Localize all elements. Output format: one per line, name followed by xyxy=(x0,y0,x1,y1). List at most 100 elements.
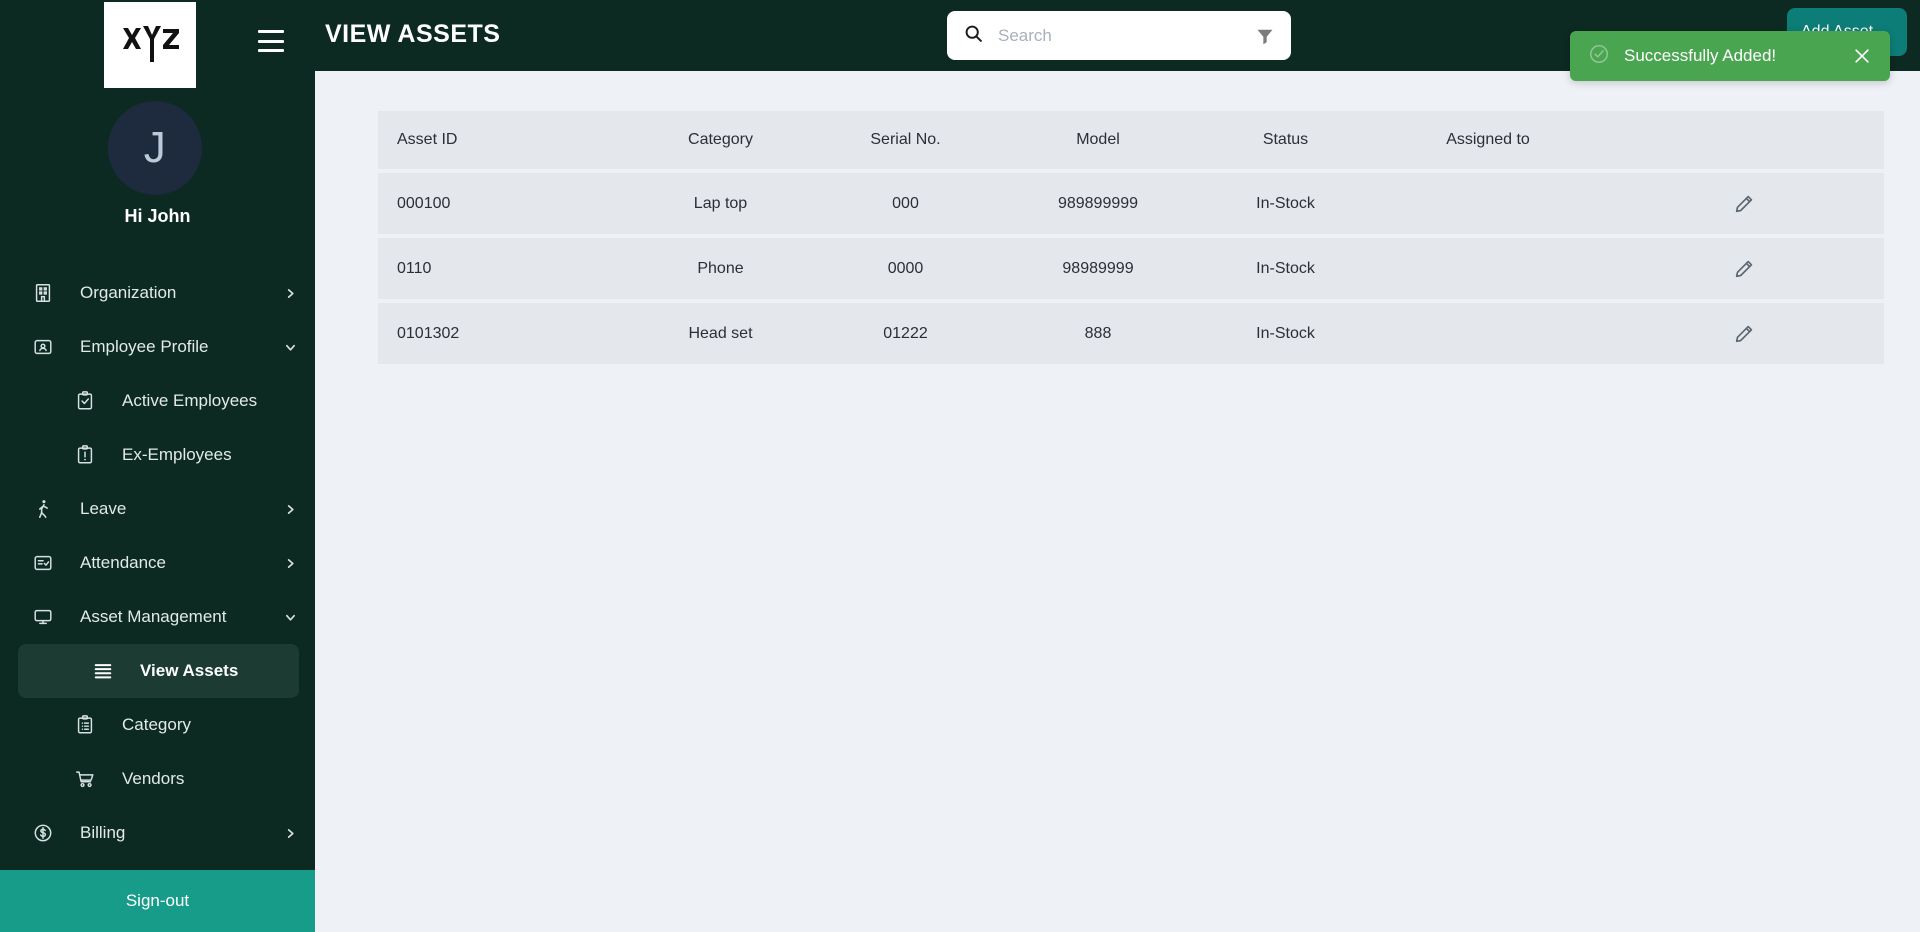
sidebar-item-category[interactable]: Category xyxy=(0,698,315,752)
assets-table: Asset ID Category Serial No. Model Statu… xyxy=(378,111,1884,364)
cell-assigned-to xyxy=(1373,234,1603,299)
search-icon xyxy=(963,23,984,49)
cell-status: In-Stock xyxy=(1198,234,1373,299)
chevron-right-icon xyxy=(283,502,297,516)
table-header-row: Asset ID Category Serial No. Model Statu… xyxy=(378,111,1884,169)
edit-pencil-icon xyxy=(1735,260,1752,277)
hamburger-menu-icon[interactable] xyxy=(258,30,284,52)
sidebar-item-active-employees[interactable]: Active Employees xyxy=(0,374,315,428)
cell-asset-id: 0101302 xyxy=(378,299,628,364)
signout-label: Sign-out xyxy=(125,891,190,910)
xyz-wordmark-logo-icon xyxy=(123,26,179,62)
avatar-initial: J xyxy=(143,123,167,172)
sidebar-item-label: Billing xyxy=(80,823,126,842)
table-head: Asset ID Category Serial No. Model Statu… xyxy=(378,111,1884,169)
sidebar: J Hi John Organization Employee Profile … xyxy=(0,0,315,932)
hamburger-bar-1 xyxy=(258,30,284,33)
close-x-icon[interactable] xyxy=(1852,46,1872,66)
monitor-icon xyxy=(30,604,56,630)
sidebar-item-label: Active Employees xyxy=(122,391,258,410)
cell-category: Head set xyxy=(628,299,813,364)
hamburger-bar-2 xyxy=(258,39,284,43)
chevron-right-icon xyxy=(283,286,297,300)
filter-funnel-icon[interactable] xyxy=(1255,26,1275,46)
column-header-actions xyxy=(1603,111,1884,169)
table-row[interactable]: 0110 Phone 0000 98989999 In-Stock xyxy=(378,234,1884,299)
id-badge-icon xyxy=(30,334,56,360)
chevron-right-icon xyxy=(283,826,297,840)
clipboard-alert-icon xyxy=(72,442,98,468)
sidebar-item-label: Leave xyxy=(80,499,127,518)
cell-category: Phone xyxy=(628,234,813,299)
edit-pencil-icon xyxy=(1735,325,1752,342)
search-bar[interactable] xyxy=(947,11,1291,60)
sidebar-item-employee-profile[interactable]: Employee Profile xyxy=(0,320,315,374)
sidebar-item-ex-employees[interactable]: Ex-Employees xyxy=(0,428,315,482)
sidebar-item-label: Ex-Employees xyxy=(122,445,232,464)
cell-model: 989899999 xyxy=(998,169,1198,234)
sidebar-item-label: Attendance xyxy=(80,553,167,572)
cell-status: In-Stock xyxy=(1198,299,1373,364)
sidebar-nav: Organization Employee Profile Active Emp… xyxy=(0,266,315,860)
chevron-down-icon xyxy=(283,610,297,624)
dollar-circle-icon xyxy=(30,820,56,846)
cell-serial-no: 0000 xyxy=(813,234,998,299)
table-body: 000100 Lap top 000 989899999 In-Stock 01… xyxy=(378,169,1884,364)
avatar[interactable]: J xyxy=(108,101,202,195)
column-header-assigned-to[interactable]: Assigned to xyxy=(1373,111,1603,169)
table-row[interactable]: 000100 Lap top 000 989899999 In-Stock xyxy=(378,169,1884,234)
walking-person-icon xyxy=(30,496,56,522)
list-lines-icon xyxy=(90,658,116,684)
cell-model: 98989999 xyxy=(998,234,1198,299)
sidebar-item-label: View Assets xyxy=(140,661,239,680)
edit-asset-button[interactable] xyxy=(1603,234,1884,299)
sidebar-item-organization[interactable]: Organization xyxy=(0,266,315,320)
brand-logo[interactable] xyxy=(104,2,196,88)
column-header-model[interactable]: Model xyxy=(998,111,1198,169)
shopping-cart-icon xyxy=(72,766,98,792)
column-header-serial-no[interactable]: Serial No. xyxy=(813,111,998,169)
main-content: Asset ID Category Serial No. Model Statu… xyxy=(315,71,1920,932)
sidebar-item-asset-management[interactable]: Asset Management xyxy=(0,590,315,644)
check-circle-icon xyxy=(1588,43,1610,70)
sidebar-item-attendance[interactable]: Attendance xyxy=(0,536,315,590)
cell-model: 888 xyxy=(998,299,1198,364)
sidebar-item-label: Asset Management xyxy=(80,607,227,626)
sidebar-item-view-assets[interactable]: View Assets xyxy=(18,644,299,698)
chevron-down-icon xyxy=(283,340,297,354)
clipboard-check-icon xyxy=(72,388,98,414)
cell-assigned-to xyxy=(1373,169,1603,234)
column-header-category[interactable]: Category xyxy=(628,111,813,169)
toast-message: Successfully Added! xyxy=(1624,46,1777,65)
edit-asset-button[interactable] xyxy=(1603,169,1884,234)
cell-asset-id: 0110 xyxy=(378,234,628,299)
column-header-asset-id[interactable]: Asset ID xyxy=(378,111,628,169)
page-title: VIEW ASSETS xyxy=(325,20,501,48)
sidebar-item-vendors[interactable]: Vendors xyxy=(0,752,315,806)
table-row[interactable]: 0101302 Head set 01222 888 In-Stock xyxy=(378,299,1884,364)
chevron-right-icon xyxy=(283,556,297,570)
signout-button[interactable]: Sign-out xyxy=(0,870,315,932)
sidebar-item-billing[interactable]: Billing xyxy=(0,806,315,860)
cell-serial-no: 01222 xyxy=(813,299,998,364)
edit-pencil-icon xyxy=(1735,195,1752,212)
cell-serial-no: 000 xyxy=(813,169,998,234)
greeting-text: Hi John xyxy=(124,206,191,226)
cell-assigned-to xyxy=(1373,299,1603,364)
sidebar-item-label: Category xyxy=(122,715,191,734)
success-toast: Successfully Added! xyxy=(1570,31,1890,81)
column-header-status[interactable]: Status xyxy=(1198,111,1373,169)
sidebar-item-label: Vendors xyxy=(122,769,185,788)
building-icon xyxy=(30,280,56,306)
cell-status: In-Stock xyxy=(1198,169,1373,234)
sidebar-item-leave[interactable]: Leave xyxy=(0,482,315,536)
cell-asset-id: 000100 xyxy=(378,169,628,234)
sidebar-item-label: Organization xyxy=(80,283,177,302)
cell-category: Lap top xyxy=(628,169,813,234)
checklist-icon xyxy=(30,550,56,576)
edit-asset-button[interactable] xyxy=(1603,299,1884,364)
search-input[interactable] xyxy=(998,25,1255,46)
clipboard-list-icon xyxy=(72,712,98,738)
hamburger-bar-3 xyxy=(258,49,284,52)
sidebar-item-label: Employee Profile xyxy=(80,337,209,356)
